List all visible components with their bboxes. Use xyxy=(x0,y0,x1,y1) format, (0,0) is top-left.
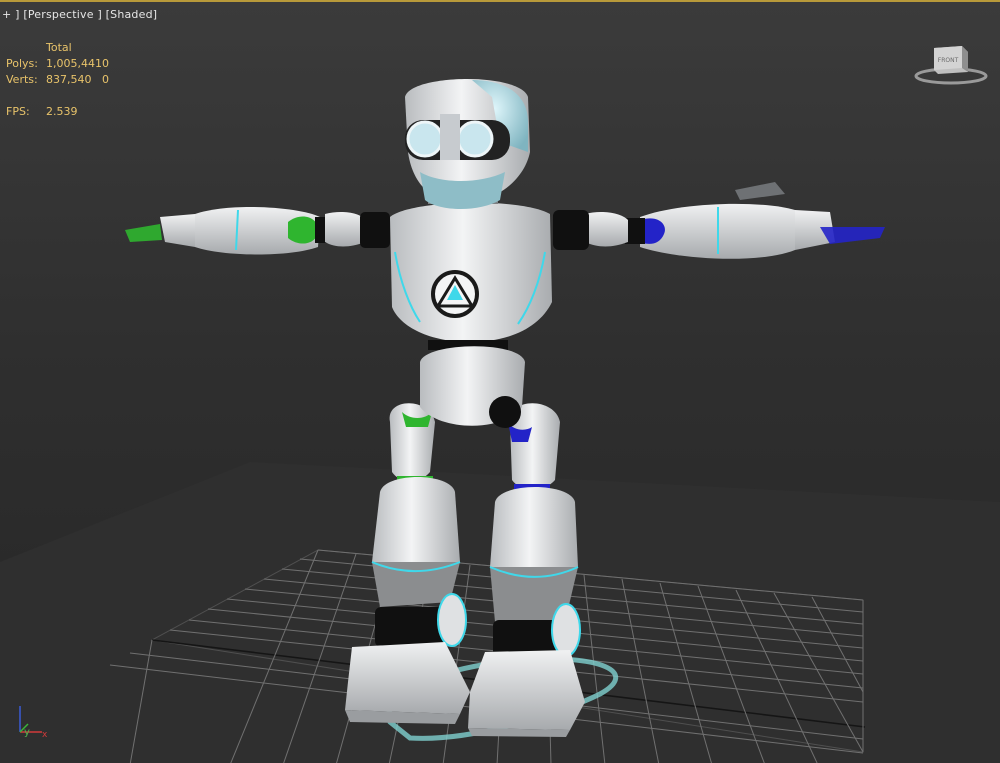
head xyxy=(405,78,530,209)
stats-verts-selected: 0 xyxy=(102,73,109,86)
stats-verts-label: Verts: xyxy=(6,73,38,86)
left-eye xyxy=(406,120,444,158)
axis-tripod-icon: y x xyxy=(19,706,48,740)
stats-polys-value: 1,005,441 xyxy=(46,57,102,70)
stats-verts-value: 837,540 xyxy=(46,73,92,86)
right-eye xyxy=(456,120,494,158)
stats-polys-label: Polys: xyxy=(6,57,38,70)
viewport-perspective[interactable]: + ] [Perspective ] [Shaded] Total Polys:… xyxy=(0,0,1000,763)
torso xyxy=(390,202,552,428)
stats-header-total: Total xyxy=(46,41,72,54)
viewport-shading-menu[interactable]: [Shaded] xyxy=(106,8,158,21)
axis-y-label: y xyxy=(24,727,30,738)
left-arm xyxy=(125,206,390,255)
viewcube-front-label: FRONT xyxy=(938,57,959,64)
viewport-separator: ] xyxy=(97,8,106,21)
viewport-view-menu[interactable]: [Perspective xyxy=(23,8,93,21)
stats-fps-label: FPS: xyxy=(6,105,30,118)
viewcube-icon[interactable]: FRONT xyxy=(914,42,988,86)
stats-polys-selected: 0 xyxy=(102,57,109,70)
scene-render[interactable] xyxy=(0,2,1000,763)
axis-x-label: x xyxy=(42,730,48,740)
viewport-label: + ] [Perspective ] [Shaded] xyxy=(2,8,157,21)
right-arm xyxy=(553,182,885,259)
viewport-menu-plus[interactable]: + xyxy=(2,8,11,21)
stats-fps-value: 2.539 xyxy=(46,105,78,118)
